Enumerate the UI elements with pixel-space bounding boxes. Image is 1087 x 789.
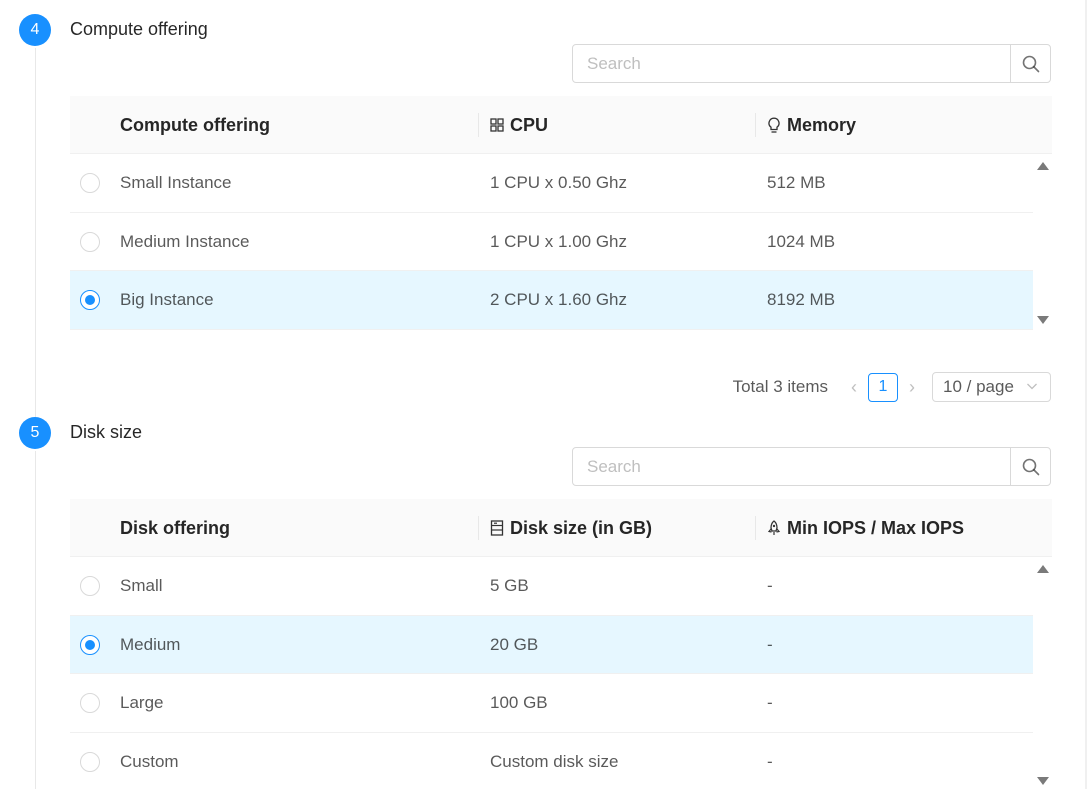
cell-offering-name: Small Instance [120,173,232,192]
step-connector-line [35,451,36,789]
compute-search [572,44,1051,83]
column-header-cpu[interactable]: CPU [490,96,548,154]
cell-disk-size: 5 GB [490,576,529,595]
table-row[interactable]: Small Instance 1 CPU x 0.50 Ghz 512 MB [70,154,1033,213]
cell-memory: 1024 MB [767,231,836,251]
table-row-selected[interactable]: Big Instance 2 CPU x 1.60 Ghz 8192 MB [70,271,1033,330]
disk-search-input[interactable] [573,448,1010,485]
chevron-down-icon [1027,383,1037,390]
pagination-prev-icon[interactable]: ‹ [844,377,864,398]
cell-offering-name: Big Instance [120,290,214,309]
cell-cpu: 2 CPU x 1.60 Ghz [490,290,628,309]
hdd-icon [490,520,504,536]
cell-iops: - [767,693,773,712]
grid-icon [490,118,504,132]
row-radio[interactable] [80,173,100,193]
page-size-select[interactable]: 10 / page [932,372,1051,402]
cell-iops: - [767,576,773,595]
section-title: Disk size [70,422,143,442]
column-header-compute-offering[interactable]: Compute offering [120,96,270,154]
disk-offering-table: Disk offering Disk size (in GB) Min IOPS… [70,499,1052,789]
step-connector-line [35,48,36,417]
cell-disk-name: Large [120,693,164,712]
row-radio[interactable] [80,231,100,252]
step-number-badge: 4 [19,14,51,46]
scrollbar-down-arrow[interactable] [1037,777,1049,785]
column-header-disk-offering[interactable]: Disk offering [120,499,230,557]
table-header: Disk offering Disk size (in GB) Min IOPS… [70,499,1052,557]
row-radio[interactable] [80,576,100,596]
cell-disk-name: Custom [120,751,179,771]
table-row-selected[interactable]: Medium 20 GB - [70,615,1033,674]
table-body: Small Instance 1 CPU x 0.50 Ghz 512 MB M… [70,154,1033,330]
page-size-value: 10 / page [943,377,1014,396]
table-row[interactable]: Medium Instance 1 CPU x 1.00 Ghz 1024 MB [70,213,1033,271]
cell-disk-size: Custom disk size [490,751,619,771]
cell-cpu: 1 CPU x 0.50 Ghz [490,173,628,192]
scrollbar-down-arrow[interactable] [1037,316,1049,324]
pagination: Total 3 items ‹ 1 › 10 / page [733,372,1051,402]
row-radio-checked[interactable] [80,290,100,310]
pagination-page-current[interactable]: 1 [868,372,898,402]
scrollbar-up-arrow[interactable] [1037,565,1049,573]
table-row[interactable]: Large 100 GB - [70,674,1033,733]
search-icon [1022,458,1039,475]
table-row[interactable]: Small 5 GB - [70,557,1033,616]
disk-search [572,447,1051,486]
column-separator [478,516,479,540]
cell-cpu: 1 CPU x 1.00 Ghz [490,231,628,251]
cell-iops: - [767,751,773,771]
row-radio-checked[interactable] [80,634,100,655]
table-body: Small 5 GB - Medium 20 GB - Large 100 GB… [70,557,1033,789]
cell-offering-name: Medium Instance [120,231,250,251]
table-header: Compute offering CPU Memory [70,96,1052,154]
table-row[interactable]: Custom Custom disk size - [70,733,1033,789]
column-separator [755,516,756,540]
column-separator [478,113,479,137]
search-icon [1022,55,1039,72]
cell-disk-name: Small [120,576,163,595]
row-radio[interactable] [80,751,100,772]
cell-memory: 512 MB [767,173,826,192]
disk-search-button[interactable] [1010,448,1050,485]
compute-search-button[interactable] [1010,45,1050,82]
column-header-iops[interactable]: Min IOPS / Max IOPS [767,499,964,557]
column-header-memory[interactable]: Memory [767,96,856,154]
step-number-badge: 5 [19,417,51,449]
scrollbar-up-arrow[interactable] [1037,162,1049,170]
rocket-icon [767,520,781,535]
compute-offering-table: Compute offering CPU Memory Small Instan… [70,96,1052,330]
column-separator [755,113,756,137]
pagination-total: Total 3 items [732,377,828,396]
cell-memory: 8192 MB [767,290,836,309]
section-title: Compute offering [70,19,208,39]
cell-disk-name: Medium [120,634,181,654]
row-radio[interactable] [80,693,100,713]
column-header-disk-size[interactable]: Disk size (in GB) [490,499,652,557]
cell-disk-size: 100 GB [490,693,548,712]
cell-disk-size: 20 GB [490,634,539,654]
bulb-icon [768,117,780,133]
compute-search-input[interactable] [573,45,1010,82]
cell-iops: - [767,634,773,654]
pagination-next-icon[interactable]: › [902,377,922,398]
